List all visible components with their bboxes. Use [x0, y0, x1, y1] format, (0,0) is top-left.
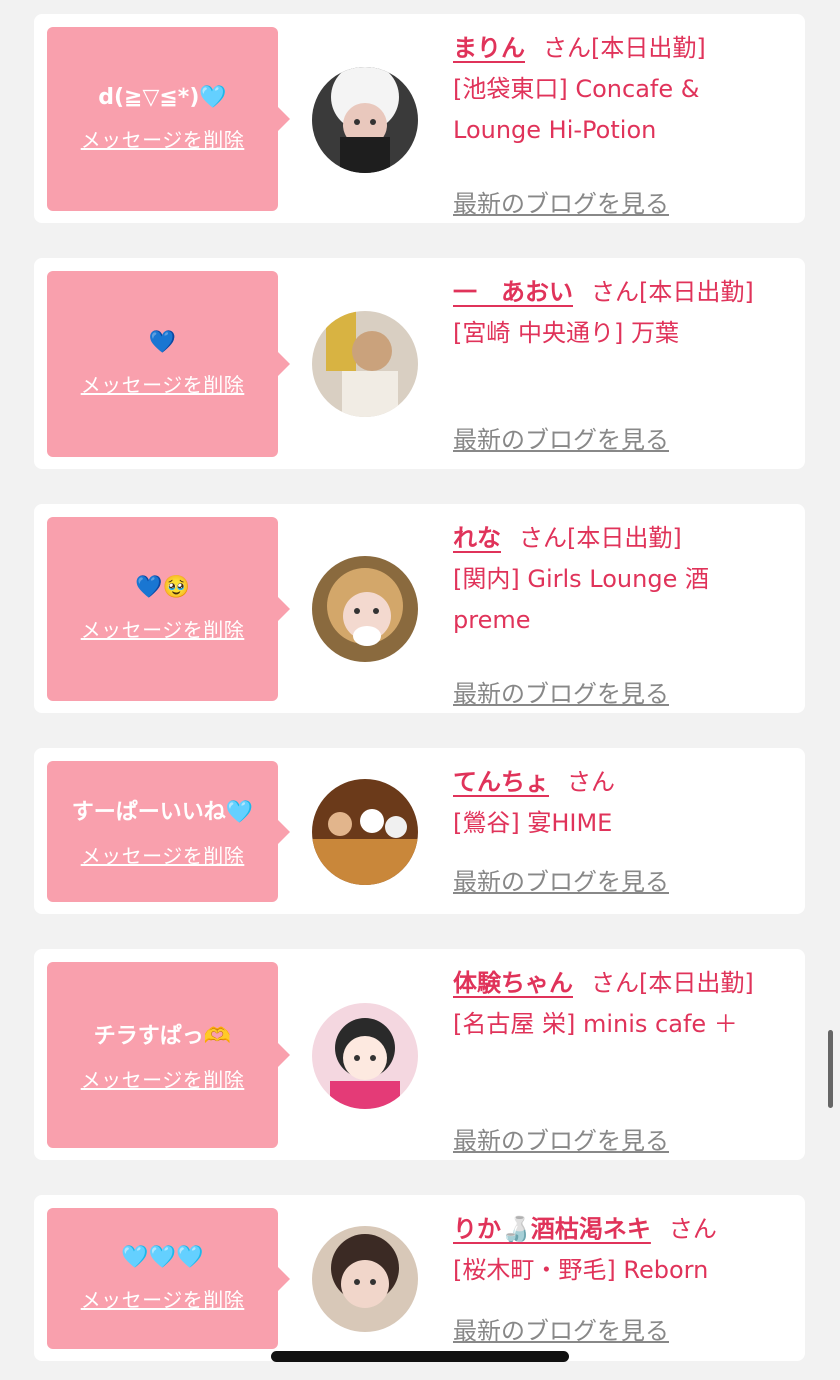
- message-bubble: d(≧▽≦*)🩵 メッセージを削除: [47, 27, 290, 211]
- message-bubble: 💙 メッセージを削除: [47, 271, 290, 457]
- list-item: 💙 メッセージを削除 一 あおい さん[本日出勤] [宮崎 中央通り] 万葉 最新…: [34, 258, 805, 469]
- avatar[interactable]: [312, 1003, 418, 1109]
- latest-blog-link[interactable]: 最新のブログを見る: [453, 862, 669, 903]
- delete-message-link[interactable]: メッセージを削除: [81, 124, 245, 153]
- message-text: チラすぱっ🫶: [93, 1023, 232, 1049]
- avatar[interactable]: [312, 779, 418, 885]
- cast-info: れな さん[本日出勤] [関内] Girls Lounge 酒 preme 最新の…: [453, 518, 783, 708]
- list-item: すーぱーいいね🩵 メッセージを削除 てんちょ さん [鶯谷] 宴HIME 最新のブ…: [34, 748, 805, 914]
- shop-name-cont: preme: [453, 606, 531, 634]
- avatar[interactable]: [312, 311, 418, 417]
- delete-message-link[interactable]: メッセージを削除: [81, 840, 245, 869]
- shop-name: [名古屋 栄] minis cafe ＋: [453, 1010, 738, 1038]
- honorific: さん: [519, 524, 567, 552]
- delete-message-link[interactable]: メッセージを削除: [81, 614, 245, 643]
- honorific: さん: [567, 768, 615, 796]
- list-item: チラすぱっ🫶 メッセージを削除 体験ちゃん さん[本日出勤] [名古屋 栄] mi…: [34, 949, 805, 1160]
- avatar[interactable]: [312, 67, 418, 173]
- honorific: さん: [591, 278, 639, 306]
- message-text: d(≧▽≦*)🩵: [98, 85, 227, 110]
- status-badge: [本日出勤]: [567, 524, 682, 552]
- latest-blog-link[interactable]: 最新のブログを見る: [453, 184, 669, 225]
- cast-name-link[interactable]: 体験ちゃん: [453, 969, 573, 997]
- honorific: さん: [668, 1215, 717, 1243]
- shop-name: [池袋東口] Concafe &: [453, 75, 700, 103]
- status-badge: [本日出勤]: [591, 34, 706, 62]
- message-text: 💙: [148, 330, 177, 355]
- shop-name: [宮崎 中央通り] 万葉: [453, 319, 679, 347]
- delete-message-link[interactable]: メッセージを削除: [81, 369, 245, 398]
- cast-name-link[interactable]: れな: [453, 524, 501, 552]
- cast-name-link[interactable]: りか🍶酒枯渇ネキ: [453, 1215, 651, 1243]
- message-text: すーぱーいいね🩵: [71, 800, 254, 825]
- cast-name-link[interactable]: まりん: [453, 34, 525, 62]
- latest-blog-link[interactable]: 最新のブログを見る: [453, 420, 669, 461]
- cast-name-link[interactable]: てんちょ: [453, 768, 549, 796]
- shop-name: [桜木町・野毛] Reborn: [453, 1256, 709, 1284]
- list-item: 💙🥹 メッセージを削除 れな さん[本日出勤] [関内] Girls Lounge…: [34, 504, 805, 713]
- cast-info: まりん さん[本日出勤] [池袋東口] Concafe & Lounge Hi-P…: [453, 28, 783, 218]
- latest-blog-link[interactable]: 最新のブログを見る: [453, 674, 669, 715]
- status-badge: [本日出勤]: [639, 278, 754, 306]
- message-bubble: 💙🥹 メッセージを削除: [47, 517, 290, 701]
- cast-info: 一 あおい さん[本日出勤] [宮崎 中央通り] 万葉 最新のブログを見る: [453, 272, 783, 462]
- avatar[interactable]: [312, 556, 418, 662]
- delete-message-link[interactable]: メッセージを削除: [81, 1284, 245, 1313]
- cast-info: 体験ちゃん さん[本日出勤] [名古屋 栄] minis cafe ＋ 最新のブロ…: [453, 963, 783, 1155]
- message-bubble: チラすぱっ🫶 メッセージを削除: [47, 962, 290, 1148]
- latest-blog-link[interactable]: 最新のブログを見る: [453, 1121, 669, 1162]
- cast-info: てんちょ さん [鶯谷] 宴HIME 最新のブログを見る: [453, 762, 783, 912]
- list-item: 🩵🩵🩵 メッセージを削除 りか🍶酒枯渇ネキ さん [桜木町・野毛] Reborn …: [34, 1195, 805, 1361]
- message-text: 💙🥹: [135, 575, 190, 600]
- shop-name-cont: Lounge Hi-Potion: [453, 116, 657, 144]
- message-bubble: すーぱーいいね🩵 メッセージを削除: [47, 761, 290, 902]
- latest-blog-link[interactable]: 最新のブログを見る: [453, 1311, 669, 1352]
- avatar[interactable]: [312, 1226, 418, 1332]
- status-badge: [本日出勤]: [639, 969, 754, 997]
- shop-name: [鶯谷] 宴HIME: [453, 809, 613, 837]
- cast-name-link[interactable]: 一 あおい: [453, 278, 573, 306]
- scrollbar[interactable]: [828, 1030, 833, 1108]
- list-item: d(≧▽≦*)🩵 メッセージを削除 まりん さん[本日出勤] [池袋東口] Con…: [34, 14, 805, 223]
- shop-name: [関内] Girls Lounge 酒: [453, 565, 709, 593]
- delete-message-link[interactable]: メッセージを削除: [81, 1064, 245, 1093]
- message-bubble: 🩵🩵🩵 メッセージを削除: [47, 1208, 290, 1349]
- cast-info: りか🍶酒枯渇ネキ さん [桜木町・野毛] Reborn 最新のブログを見る: [453, 1209, 783, 1359]
- message-text: 🩵🩵🩵: [121, 1244, 204, 1270]
- honorific: さん: [591, 969, 639, 997]
- home-indicator[interactable]: [271, 1351, 569, 1362]
- honorific: さん: [543, 34, 591, 62]
